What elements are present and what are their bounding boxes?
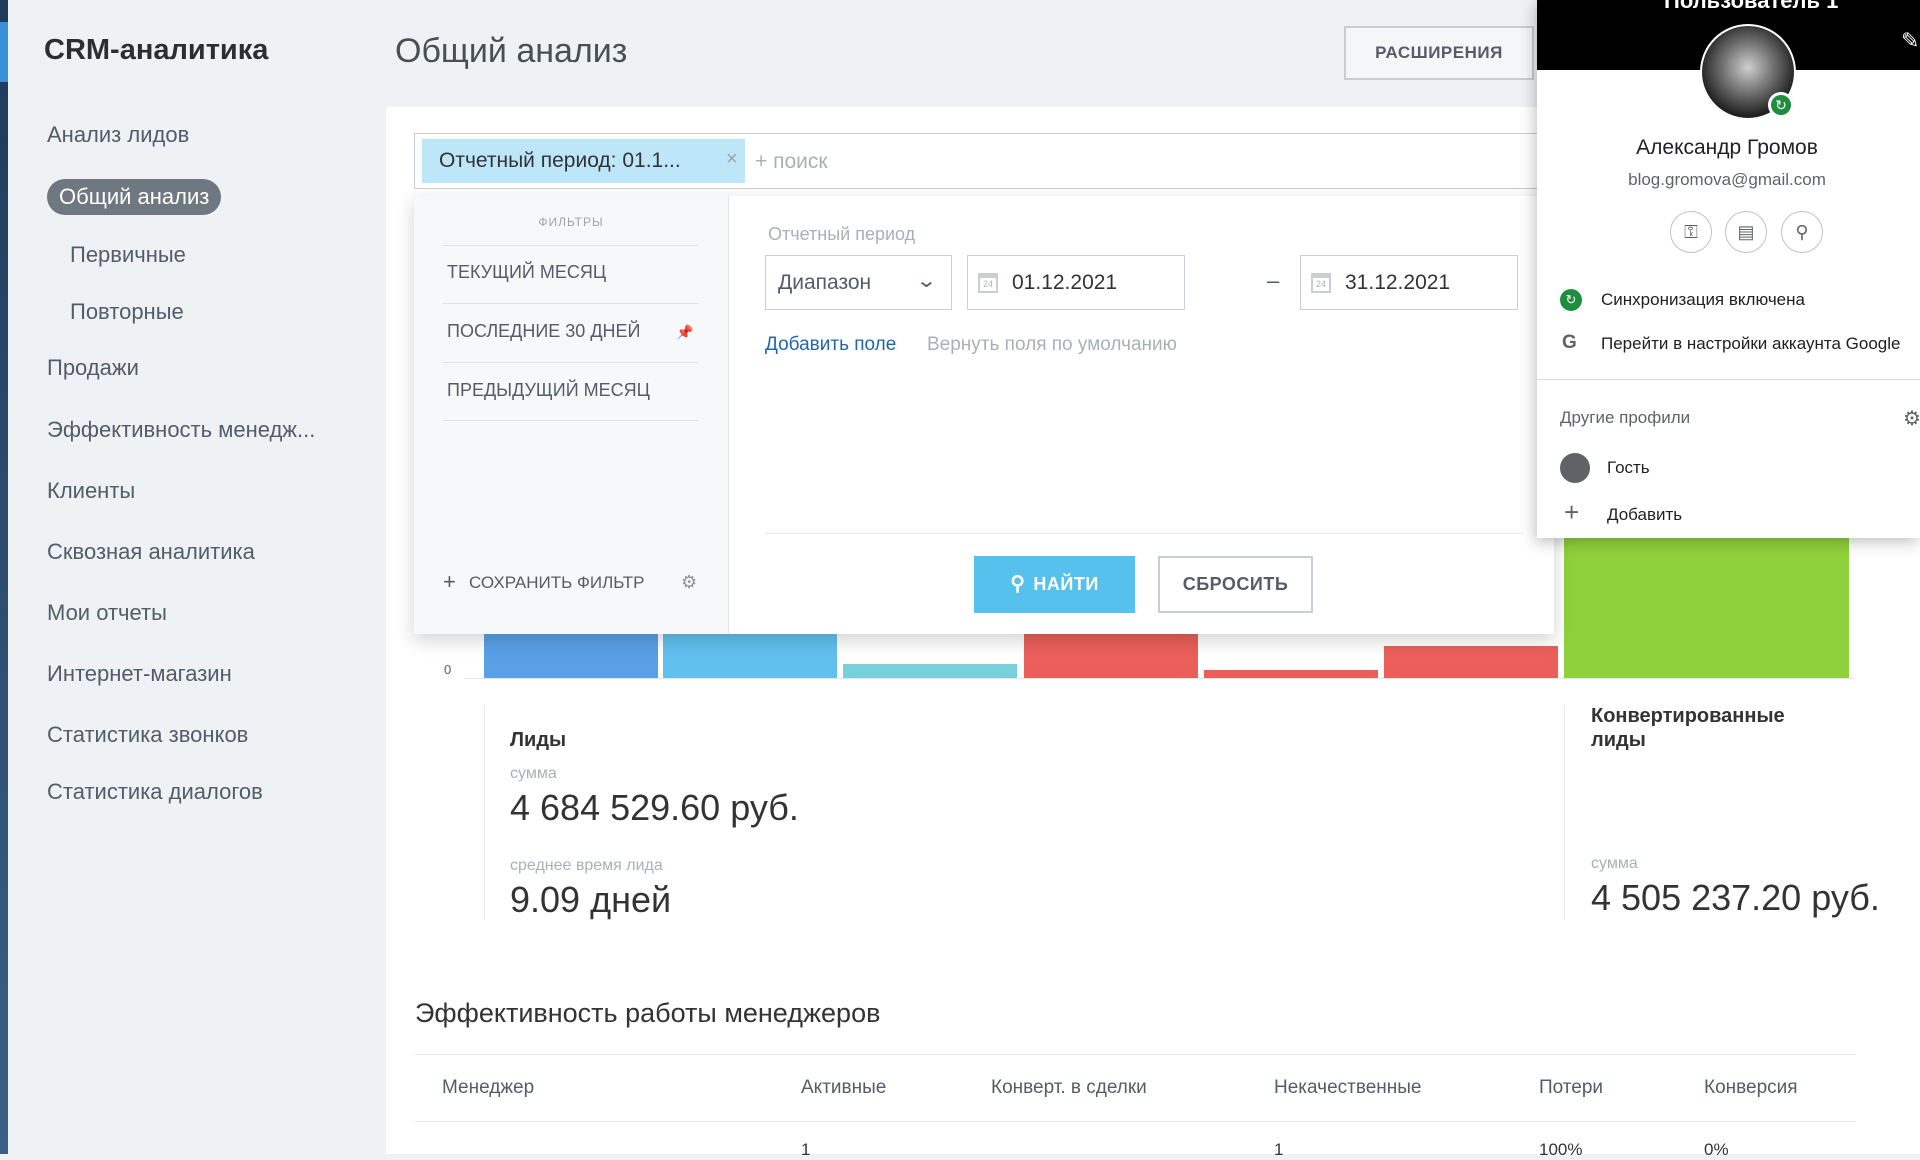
- search-icon: ⚲: [1010, 573, 1026, 595]
- sidebar-item-primary[interactable]: Первичные: [70, 242, 186, 268]
- filter-preset-current-month[interactable]: ТЕКУЩИЙ МЕСЯЦ: [447, 262, 606, 283]
- chart-bar: [1204, 670, 1378, 678]
- reset-fields-link[interactable]: Вернуть поля по умолчанию: [927, 334, 1177, 356]
- chart-zero-label: 0: [444, 662, 452, 677]
- column-header-low-quality[interactable]: Некачественные: [1274, 1077, 1422, 1099]
- sidebar-item-clients[interactable]: Клиенты: [47, 478, 135, 504]
- stats-divider: [484, 705, 485, 920]
- sync-status[interactable]: Синхронизация включена: [1601, 290, 1805, 310]
- app-title: CRM-аналитика: [44, 34, 269, 66]
- guest-avatar-icon: [1560, 453, 1590, 483]
- search-input[interactable]: + поиск: [755, 150, 828, 174]
- leads-avg-value: 9.09 дней: [510, 879, 672, 920]
- location-pin-icon[interactable]: ⚲: [1781, 211, 1823, 253]
- payment-card-icon[interactable]: ▤: [1725, 211, 1767, 253]
- sidebar-item-my-reports[interactable]: Мои отчеты: [47, 600, 167, 626]
- sidebar-item-end-to-end[interactable]: Сквозная аналитика: [47, 539, 255, 565]
- add-profile[interactable]: Добавить: [1607, 505, 1682, 525]
- pin-icon[interactable]: 📌: [676, 324, 693, 341]
- date-to-value: 31.12.2021: [1345, 271, 1451, 294]
- range-select-value: Диапазон: [778, 271, 872, 294]
- range-dash: –: [1267, 268, 1280, 293]
- leads-sum-label: сумма: [510, 765, 557, 782]
- column-header-active[interactable]: Активные: [801, 1077, 886, 1099]
- sidebar-item-manager-efficiency[interactable]: Эффективность менедж...: [47, 417, 315, 443]
- sidebar-item-sales[interactable]: Продажи: [47, 355, 139, 381]
- column-header-losses[interactable]: Потери: [1539, 1077, 1603, 1099]
- profile-header-title: Пользователь 1: [1664, 0, 1839, 13]
- chart-bar: [1564, 518, 1849, 678]
- filter-preset-last-30-days[interactable]: ПОСЛЕДНИЕ 30 ДНЕЙ: [447, 321, 640, 342]
- divider: [443, 362, 699, 363]
- sidebar: [8, 0, 386, 1154]
- leads-sum-value: 4 684 529.60 руб.: [510, 787, 799, 828]
- table-header-line: [415, 1121, 1855, 1122]
- other-profiles-label: Другие профили: [1560, 408, 1691, 427]
- profile-name: Александр Громов: [1636, 136, 1818, 159]
- extensions-button[interactable]: РАСШИРЕНИЯ: [1344, 26, 1534, 80]
- divider: [1537, 379, 1920, 380]
- filters-header: ФИЛЬТРЫ: [538, 215, 604, 229]
- key-icon[interactable]: ⚿: [1670, 211, 1712, 253]
- sidebar-item-repeat[interactable]: Повторные: [70, 299, 184, 325]
- table-cell: 1: [801, 1140, 811, 1159]
- window-left-edge: [0, 0, 8, 1154]
- filter-chip-label: Отчетный период: 01.1...: [439, 149, 681, 172]
- add-field-link[interactable]: Добавить поле: [765, 334, 896, 356]
- date-from-value: 01.12.2021: [1012, 271, 1118, 294]
- calendar-icon: 24: [1311, 273, 1331, 293]
- chart-axis: [464, 678, 1854, 679]
- plus-icon: +: [443, 569, 456, 594]
- leads-avg-label: среднее время лида: [510, 857, 663, 874]
- profile-email: blog.gromova@gmail.com: [1628, 170, 1826, 189]
- sidebar-item-general-analysis[interactable]: Общий анализ: [47, 179, 222, 215]
- stats-divider: [1564, 705, 1565, 920]
- managers-section-title: Эффективность работы менеджеров: [415, 998, 881, 1028]
- converted-sum-value: 4 505 237.20 руб.: [1591, 877, 1880, 918]
- calendar-icon: 24: [978, 273, 998, 293]
- account-settings-link[interactable]: Перейти в настройки аккаунта Google: [1601, 334, 1900, 354]
- sync-icon: ↻: [1560, 289, 1582, 311]
- converted-title-line2: лиды: [1591, 729, 1646, 751]
- table-cell: 0%: [1704, 1140, 1729, 1159]
- save-filter-button[interactable]: СОХРАНИТЬ ФИЛЬТР: [469, 573, 644, 593]
- find-button[interactable]: ⚲ НАЙТИ: [974, 556, 1135, 613]
- gear-icon[interactable]: ⚙: [681, 572, 697, 593]
- sync-badge-icon: ↻: [1768, 92, 1794, 118]
- column-header-conversion[interactable]: Конверсия: [1704, 1077, 1798, 1099]
- column-header-manager[interactable]: Менеджер: [442, 1077, 534, 1099]
- leads-title: Лиды: [510, 729, 567, 751]
- divider: [443, 303, 699, 304]
- table-cell: 1: [1274, 1140, 1284, 1159]
- divider: [765, 533, 1523, 534]
- page-title: Общий анализ: [395, 32, 628, 70]
- close-icon[interactable]: ×: [726, 148, 738, 171]
- divider: [443, 420, 699, 421]
- period-field-label: Отчетный период: [768, 224, 916, 244]
- chevron-down-icon: ⌄: [915, 270, 938, 292]
- divider: [443, 245, 699, 246]
- column-header-converted[interactable]: Конверт. в сделки: [991, 1077, 1147, 1099]
- sidebar-item-dialog-stats[interactable]: Статистика диалогов: [47, 779, 263, 805]
- table-cell: 100%: [1539, 1140, 1583, 1159]
- sidebar-item-leads-analysis[interactable]: Анализ лидов: [47, 122, 189, 148]
- converted-sum-label: сумма: [1591, 855, 1638, 872]
- edit-icon[interactable]: ✎: [1901, 28, 1919, 54]
- window-left-edge-accent: [0, 22, 8, 82]
- gear-icon[interactable]: ⚙: [1903, 406, 1920, 431]
- chart-bar: [1384, 646, 1558, 678]
- plus-icon: +: [1564, 497, 1580, 527]
- table-top-line: [415, 1054, 1855, 1055]
- find-button-label: НАЙТИ: [1033, 574, 1099, 594]
- google-icon: G: [1562, 332, 1577, 353]
- filter-preset-previous-month[interactable]: ПРЕДЫДУЩИЙ МЕСЯЦ: [447, 380, 650, 401]
- chart-bar: [843, 664, 1017, 678]
- sidebar-item-online-store[interactable]: Интернет-магазин: [47, 661, 232, 687]
- guest-profile[interactable]: Гость: [1607, 458, 1650, 478]
- reset-button[interactable]: СБРОСИТЬ: [1158, 556, 1313, 613]
- converted-title-line1: Конвертированные: [1591, 705, 1785, 727]
- sidebar-item-call-stats[interactable]: Статистика звонков: [47, 722, 248, 748]
